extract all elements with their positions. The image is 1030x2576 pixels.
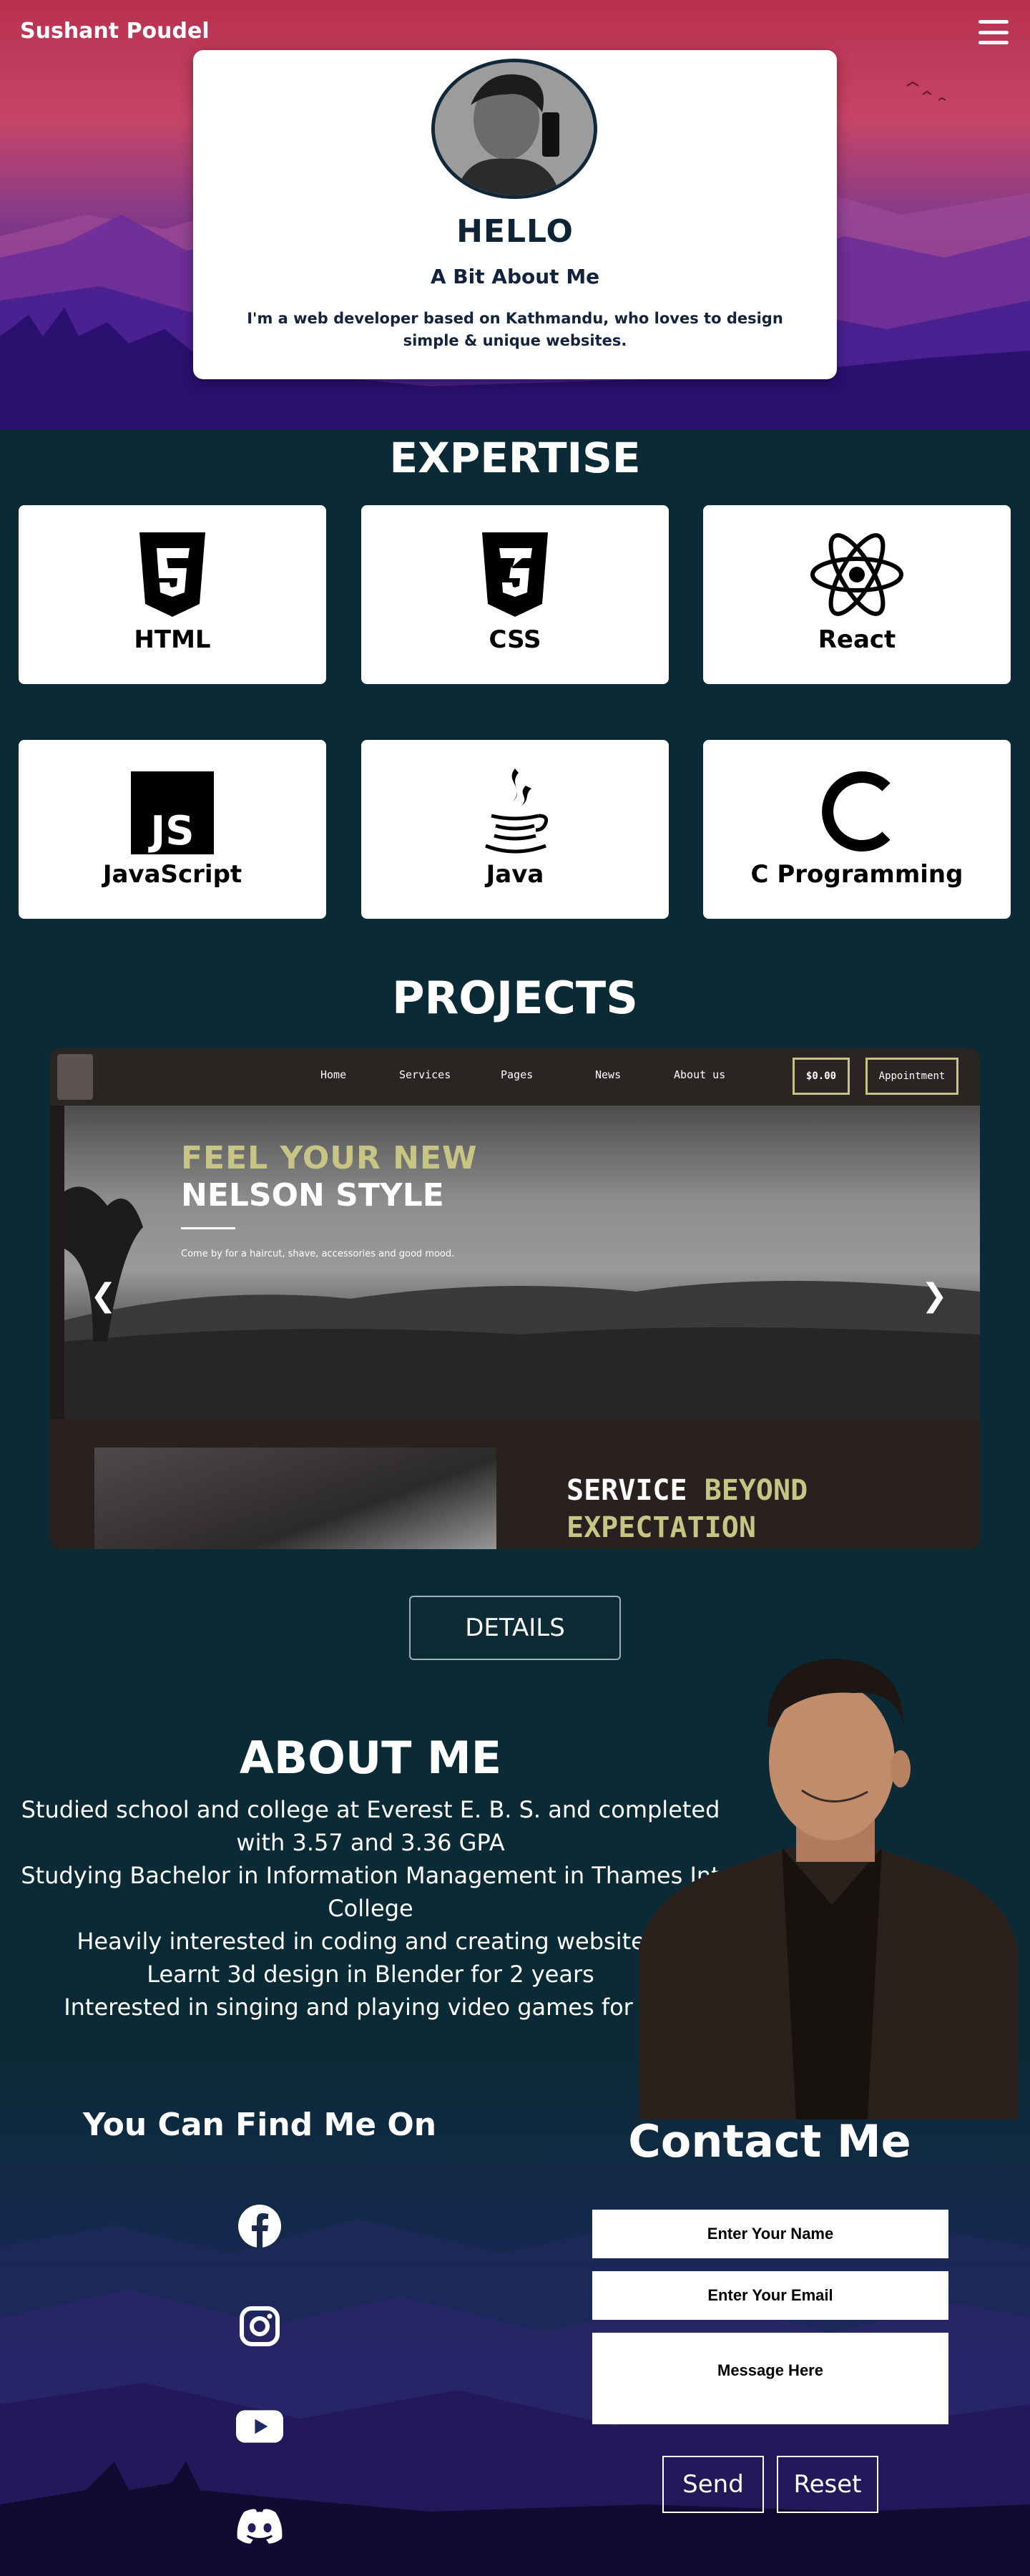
slide-service-heading: SERVICE BEYOND EXPECTATION xyxy=(566,1474,808,1544)
skill-card-c: C Programming xyxy=(703,740,1011,919)
about-line: Interested in singing and playing video … xyxy=(64,1994,677,2021)
hello-description: I'm a web developer based on Kathmandu, … xyxy=(247,310,783,349)
about-title: ABOUT ME xyxy=(239,1732,502,1784)
profile-avatar xyxy=(431,59,597,199)
slide-navbar: Home Services Pages News About us $0.00 … xyxy=(50,1048,980,1106)
slide-interior-image xyxy=(94,1448,496,1549)
skill-label: C Programming xyxy=(750,860,963,889)
slide-nav-about[interactable]: About us xyxy=(674,1068,725,1081)
find-me-title: You Can Find Me On xyxy=(82,2107,437,2143)
slide-nav-services[interactable]: Services xyxy=(399,1068,451,1081)
slide-nav-news[interactable]: News xyxy=(595,1068,621,1081)
skill-card-react: React xyxy=(703,505,1011,684)
site-brand[interactable]: Sushant Poudel xyxy=(20,19,210,44)
skill-label: React xyxy=(818,625,896,654)
html5-icon xyxy=(139,532,205,617)
hello-title: HELLO xyxy=(456,213,574,250)
about-text: Studied school and college at Everest E.… xyxy=(14,1793,727,2024)
message-textarea[interactable] xyxy=(592,2333,948,2424)
javascript-icon: JS xyxy=(131,771,214,854)
slide-cart-button[interactable]: $0.00 xyxy=(793,1058,850,1095)
portrait-image xyxy=(639,1633,1018,2119)
skill-label: Java xyxy=(486,860,544,889)
slide-headline-1: FEEL YOUR NEW xyxy=(181,1140,478,1176)
slide-appointment-button[interactable]: Appointment xyxy=(865,1058,958,1095)
skill-card-javascript: JS JavaScript xyxy=(19,740,326,919)
slide-divider xyxy=(181,1227,235,1229)
hamburger-menu-icon[interactable] xyxy=(978,20,1009,44)
hello-card: HELLO A Bit About Me I'm a web developer… xyxy=(193,50,837,379)
skill-card-html: HTML xyxy=(19,505,326,684)
react-icon xyxy=(810,533,903,616)
slide-nav-home[interactable]: Home xyxy=(320,1068,346,1081)
slide-description: Come by for a haircut, shave, accessorie… xyxy=(181,1249,455,1259)
about-line: Learnt 3d design in Blender for 2 years xyxy=(147,1961,594,1988)
name-input[interactable] xyxy=(592,2210,948,2258)
about-line: Studied school and college at Everest E.… xyxy=(21,1796,720,1856)
css3-icon xyxy=(482,532,548,617)
about-line: Studying Bachelor in Information Managem… xyxy=(21,1862,720,1922)
about-line: Heavily interested in coding and creatin… xyxy=(77,1928,664,1955)
send-button[interactable]: Send xyxy=(662,2456,764,2513)
reset-button[interactable]: Reset xyxy=(777,2456,878,2513)
hello-subtitle: A Bit About Me xyxy=(430,265,600,288)
skill-label: JavaScript xyxy=(102,860,242,889)
email-input[interactable] xyxy=(592,2271,948,2320)
skill-label: HTML xyxy=(134,625,211,654)
carousel-prev-button[interactable]: ❮ xyxy=(90,1277,117,1314)
project-carousel[interactable]: Home Services Pages News About us $0.00 … xyxy=(50,1048,980,1549)
svg-text:JS: JS xyxy=(147,808,194,854)
contact-title: Contact Me xyxy=(628,2115,911,2167)
instagram-icon[interactable] xyxy=(236,2303,283,2350)
skill-card-css: CSS xyxy=(361,505,669,684)
details-button[interactable]: DETAILS xyxy=(409,1596,621,1660)
c-icon xyxy=(822,771,891,852)
expertise-title: EXPERTISE xyxy=(389,434,641,482)
skill-card-java: Java xyxy=(361,740,669,919)
slide-logo xyxy=(57,1054,93,1100)
slide-hero-image: FEEL YOUR NEW NELSON STYLE Come by for a… xyxy=(64,1106,980,1419)
discord-icon[interactable] xyxy=(236,2502,283,2549)
projects-title: PROJECTS xyxy=(392,972,638,1024)
slide-headline-2: NELSON STYLE xyxy=(181,1177,444,1214)
youtube-icon[interactable] xyxy=(236,2403,283,2450)
slide-nav-pages[interactable]: Pages xyxy=(501,1068,533,1081)
java-icon xyxy=(485,769,549,854)
slide-lower-section: SERVICE BEYOND EXPECTATION xyxy=(50,1419,980,1549)
skill-label: CSS xyxy=(489,625,541,654)
hero-section: Sushant Poudel HELLO A Bit About Me I'm … xyxy=(0,0,1030,429)
facebook-icon[interactable] xyxy=(236,2202,283,2250)
carousel-next-button[interactable]: ❯ xyxy=(921,1277,948,1314)
